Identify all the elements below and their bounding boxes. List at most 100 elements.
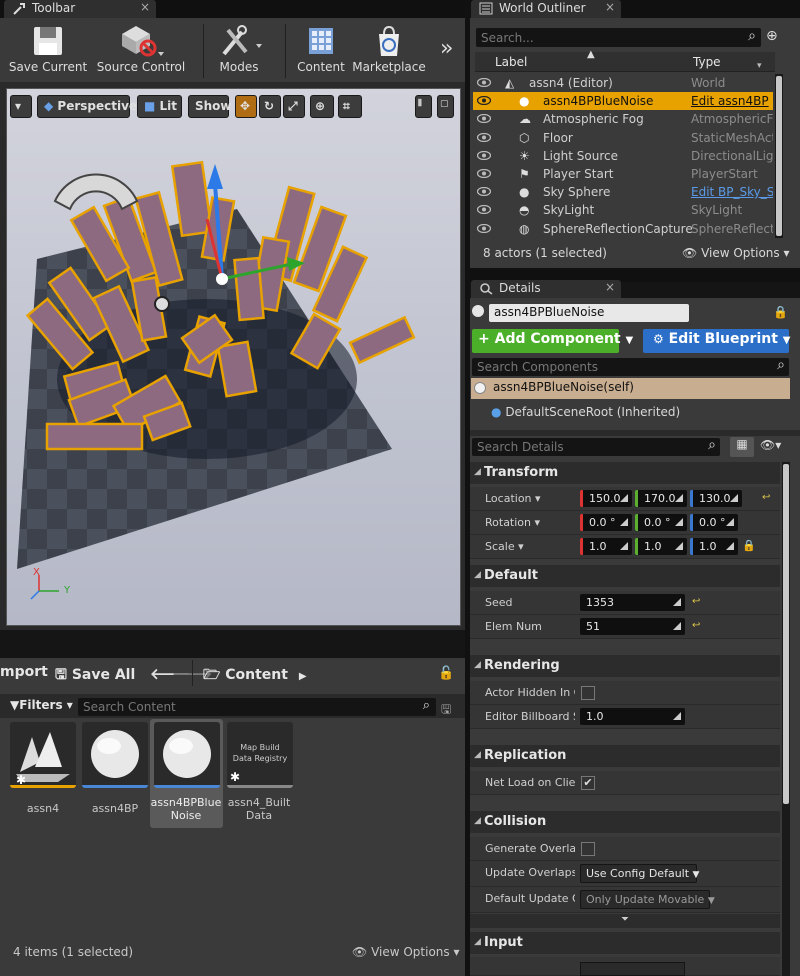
net-load-checkbox[interactable]: ✔ [581, 776, 595, 790]
outliner-scrollbar[interactable] [775, 74, 783, 238]
outliner-search-input[interactable]: Search... ⌕ [476, 28, 761, 47]
outliner-row[interactable]: ◍ SphereReflectionCaptureSphereReflectio [473, 220, 773, 238]
viewport-maximize-button[interactable]: ▢ [437, 95, 454, 118]
scale-x-input[interactable]: 1.0 [580, 538, 632, 555]
scale-y-input[interactable]: 1.0 [635, 538, 687, 555]
seed-input[interactable]: 1353 [580, 594, 685, 611]
outliner-row[interactable]: ◭ assn4 (Editor) World [473, 74, 773, 92]
update-overlaps-dropdown[interactable]: Use Config Default ▼ [580, 864, 699, 883]
edit-blueprint-button[interactable]: ⚙ Edit Blueprint ▼ [643, 329, 790, 353]
close-icon[interactable]: × [605, 280, 615, 294]
location-x-input[interactable]: 150.0 [580, 490, 632, 507]
close-icon[interactable]: × [605, 0, 615, 14]
visibility-eye-icon[interactable] [477, 96, 491, 106]
lock-icon[interactable]: 🔓 [438, 666, 454, 681]
default-update-dropdown[interactable]: Only Update Movable ▼ [580, 890, 715, 909]
location-z-input[interactable]: 130.0 [690, 490, 742, 507]
scale-label[interactable]: Scale ▾ [485, 540, 575, 553]
section-rendering[interactable]: ◢ Rendering [470, 655, 780, 677]
scroll-thumb[interactable] [783, 464, 789, 804]
viewport-options-button[interactable]: ▾ [10, 95, 32, 118]
section-input[interactable]: ◢ Input [470, 932, 780, 954]
outliner-row-type[interactable]: Edit BP_Sky_S [691, 185, 773, 199]
save-current-button[interactable]: Save Current [8, 18, 88, 78]
rotation-label[interactable]: Rotation ▾ [485, 516, 575, 529]
content-view-options-button[interactable]: 👁 View Options ▾ [352, 945, 460, 959]
scroll-thumb[interactable] [776, 76, 782, 236]
visibility-eye-icon[interactable] [477, 223, 491, 233]
outliner-view-options-button[interactable]: 👁 View Options ▾ [682, 246, 790, 260]
location-label[interactable]: Location ▾ [485, 492, 575, 505]
advanced-expand-button[interactable]: ⏷ [470, 914, 780, 928]
tab-toolbar[interactable]: Toolbar × [4, 0, 156, 18]
column-type-header[interactable]: Type [693, 55, 721, 69]
save-all-button[interactable]: 🖫 Save All [55, 664, 135, 688]
outliner-row-type[interactable]: Edit assn4BP [691, 94, 773, 108]
component-self-row[interactable]: assn4BPBlueNoise(self) [471, 378, 790, 399]
level-viewport[interactable]: X Y [6, 88, 461, 626]
asset-assn4bpbluenoise-thumbnail[interactable] [154, 722, 220, 788]
import-button[interactable]: mport [0, 664, 48, 680]
asset-builtdata-thumbnail[interactable]: Map Build Data Registry ✱ [227, 722, 293, 788]
path-content-button[interactable]: 🗁 Content ▶ [203, 664, 307, 688]
outliner-row[interactable]: ⬡ Floor StaticMeshActo [473, 129, 773, 147]
outliner-row[interactable]: ☀ Light Source DirectionalLigh [473, 147, 773, 165]
save-search-icon[interactable]: 🖫 [441, 700, 451, 721]
generate-overlap-checkbox[interactable] [581, 842, 595, 856]
tab-details[interactable]: Details × [471, 280, 621, 298]
add-component-button[interactable]: + Add Component ▼ [472, 329, 633, 353]
scale-z-input[interactable]: 1.0 [690, 538, 738, 555]
property-matrix-button[interactable]: ▦ [730, 437, 754, 457]
elem-num-input[interactable]: 51 [580, 618, 685, 635]
actor-hidden-checkbox[interactable] [581, 686, 595, 700]
world-local-button[interactable]: ⊕ [310, 95, 334, 118]
visibility-eye-icon[interactable] [477, 114, 491, 124]
scale-tool-button[interactable]: ⤢ [283, 95, 305, 118]
asset-assn4bp-thumbnail[interactable] [82, 722, 148, 788]
billboard-input[interactable]: 1.0 [580, 708, 685, 725]
visibility-eye-icon[interactable] [477, 132, 491, 142]
reset-to-default-icon[interactable]: ↩ [762, 492, 770, 503]
column-label-header[interactable]: Label [495, 55, 527, 69]
rotation-x-input[interactable]: 0.0 ° [580, 514, 632, 531]
asset-assn4-thumbnail[interactable]: ✱ [10, 722, 76, 788]
add-actor-icon[interactable]: ⊕ [766, 28, 778, 44]
close-icon[interactable]: × [140, 0, 150, 14]
section-transform[interactable]: ◢ Transform [470, 462, 780, 484]
outliner-row[interactable]: ● Sky Sphere Edit BP_Sky_S [473, 183, 773, 201]
toolbar-overflow-button[interactable]: » [440, 36, 453, 61]
surface-snap-button[interactable]: ⌗ [338, 95, 362, 118]
outliner-row[interactable]: ● assn4BPBlueNoise Edit assn4BP [473, 92, 773, 111]
component-scene-root-row[interactable]: ● DefaultSceneRoot (Inherited) [491, 405, 680, 419]
visibility-eye-icon[interactable] [477, 169, 491, 178]
source-control-button[interactable]: Source Control [92, 18, 190, 78]
visibility-eye-icon[interactable] [477, 187, 491, 197]
content-button[interactable]: Content [292, 18, 350, 78]
tab-world-outliner[interactable]: World Outliner × [471, 0, 621, 18]
rotate-tool-button[interactable]: ↻ [259, 95, 281, 118]
search-details-input[interactable]: Search Details ⌕ [472, 437, 720, 456]
reset-to-default-icon[interactable]: ↩ [692, 620, 700, 631]
section-replication[interactable]: ◢ Replication [470, 745, 780, 767]
actor-name-input[interactable]: assn4BPBlueNoise [489, 304, 689, 322]
visibility-eye-icon[interactable] [477, 78, 491, 87]
outliner-row[interactable]: ◓ SkyLight SkyLight [473, 201, 773, 219]
lock-icon[interactable]: 🔒 [742, 539, 756, 552]
visibility-eye-icon[interactable] [477, 150, 491, 160]
content-search-input[interactable]: Search Content ⌕ [78, 698, 436, 716]
translate-tool-button[interactable]: ✥ [235, 95, 257, 118]
visibility-eye-icon[interactable] [477, 205, 491, 215]
auto-receive-input-dropdown[interactable] [580, 962, 685, 976]
marketplace-button[interactable]: Marketplace [352, 18, 426, 78]
rotation-y-input[interactable]: 0.0 ° [635, 514, 687, 531]
outliner-row[interactable]: ☁ Atmospheric Fog AtmosphericFo [473, 110, 773, 128]
perspective-button[interactable]: ◆ Perspective [37, 95, 137, 118]
details-view-options-button[interactable]: 👁▾ [760, 438, 781, 452]
section-default[interactable]: ◢ Default [470, 565, 780, 587]
show-button[interactable]: Show [188, 95, 232, 118]
rotation-z-input[interactable]: 0.0 ° [690, 514, 738, 531]
modes-button[interactable]: Modes [210, 18, 268, 78]
lit-button[interactable]: ■ Lit [137, 95, 182, 118]
viewport-restore-button[interactable]: ⫴ [415, 95, 432, 118]
search-components-input[interactable]: Search Components ⌕ [472, 357, 789, 376]
